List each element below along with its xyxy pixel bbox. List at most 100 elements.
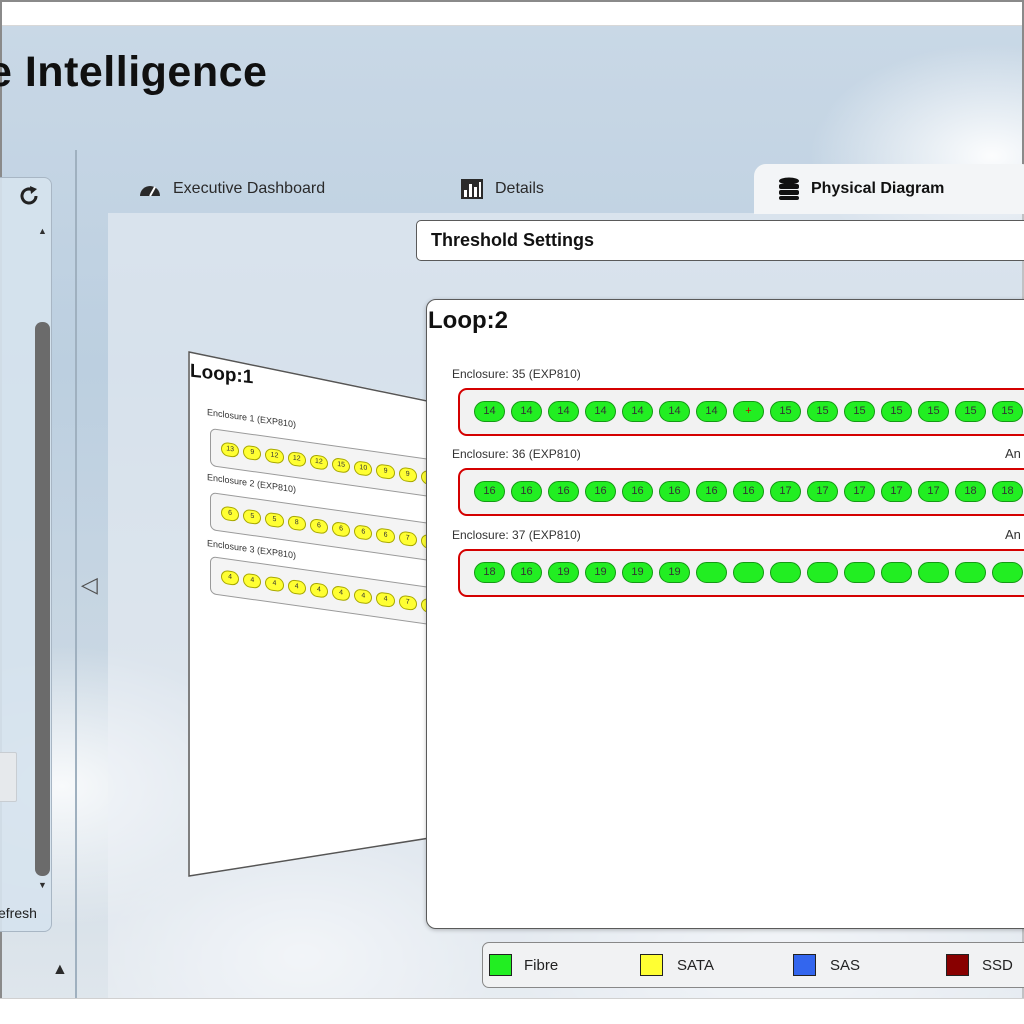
- disk-fibre[interactable]: [807, 562, 838, 583]
- loop2-title: Loop:2: [428, 307, 508, 334]
- disk-fibre[interactable]: 17: [807, 481, 838, 502]
- disk-sata[interactable]: 4: [221, 569, 240, 587]
- tab-details[interactable]: Details: [460, 165, 544, 213]
- legend-label-sata: SATA: [677, 957, 714, 974]
- disk-fibre[interactable]: 17: [770, 481, 801, 502]
- legend-swatch-sas: [793, 954, 816, 976]
- disk-fibre[interactable]: 19: [585, 562, 616, 583]
- disk-fibre[interactable]: 16: [696, 481, 727, 502]
- disk-fibre[interactable]: 15: [881, 401, 912, 422]
- enclosure-label: Enclosure: 36 (EXP810): [452, 447, 581, 461]
- disk-fibre[interactable]: 15: [992, 401, 1023, 422]
- disk-fibre[interactable]: 15: [918, 401, 949, 422]
- disk-fibre[interactable]: 17: [881, 481, 912, 502]
- disk-fibre[interactable]: 16: [511, 481, 542, 502]
- refresh-icon[interactable]: [17, 184, 41, 208]
- gauge-icon: [140, 186, 160, 197]
- disk-sata[interactable]: 7: [398, 530, 417, 548]
- tab-physical-diagram[interactable]: Physical Diagram: [754, 164, 1024, 214]
- disk-fibre[interactable]: 16: [622, 481, 653, 502]
- disk-fibre[interactable]: [770, 562, 801, 583]
- disk-sata[interactable]: 6: [221, 505, 240, 523]
- disk-fibre[interactable]: [918, 562, 949, 583]
- disk-sata[interactable]: 6: [354, 524, 373, 541]
- window-bottom-strip: [0, 998, 1024, 1024]
- legend-label-ssd: SSD: [982, 957, 1013, 974]
- disk-fibre[interactable]: 19: [659, 562, 690, 583]
- disk-sata[interactable]: 6: [309, 518, 329, 535]
- scroll-down-icon[interactable]: ▼: [38, 880, 47, 890]
- disk-fibre[interactable]: 15: [955, 401, 986, 422]
- legend-swatch-fibre: [489, 954, 512, 976]
- disk-fibre[interactable]: 16: [585, 481, 616, 502]
- disk-fibre[interactable]: 16: [474, 481, 505, 502]
- disk-fibre[interactable]: 16: [733, 481, 764, 502]
- disk-sata[interactable]: 5: [243, 508, 262, 526]
- panel-divider[interactable]: [75, 150, 77, 998]
- window-top-bar: [2, 2, 1022, 26]
- disk-fibre[interactable]: 18: [474, 562, 505, 583]
- legend-label-fibre: Fibre: [524, 957, 559, 974]
- disk-fibre[interactable]: 14: [622, 401, 653, 422]
- disk-fibre[interactable]: [733, 562, 764, 583]
- disk-sata[interactable]: 4: [354, 588, 373, 605]
- disk-sata[interactable]: 8: [287, 514, 306, 532]
- expand-up-icon[interactable]: ▲: [52, 961, 68, 979]
- disk-fibre[interactable]: 14: [511, 401, 542, 422]
- disk-fibre[interactable]: +: [733, 401, 764, 422]
- disk-sata[interactable]: 9: [398, 466, 417, 484]
- disk-fibre[interactable]: 17: [918, 481, 949, 502]
- database-icon: [779, 177, 799, 200]
- refresh-label[interactable]: efresh: [0, 905, 37, 921]
- scroll-up-icon[interactable]: ▲: [38, 226, 47, 236]
- disk-fibre[interactable]: 14: [585, 401, 616, 422]
- disk-sata[interactable]: 4: [376, 591, 395, 608]
- disk-sata[interactable]: 12: [265, 447, 284, 465]
- disk-sata[interactable]: 5: [265, 511, 284, 529]
- legend-label-sas: SAS: [830, 957, 861, 974]
- disk-fibre[interactable]: 15: [844, 401, 875, 422]
- disk-fibre[interactable]: 14: [548, 401, 579, 422]
- disk-sata[interactable]: 10: [354, 460, 373, 477]
- disk-sata[interactable]: 6: [376, 527, 395, 544]
- collapse-left-icon[interactable]: ◁: [81, 572, 98, 598]
- scrollbar-thumb[interactable]: [35, 322, 50, 876]
- tab-label: Details: [495, 180, 544, 197]
- disk-sata[interactable]: 9: [376, 463, 395, 480]
- disk-sata[interactable]: 13: [221, 441, 240, 459]
- disk-sata[interactable]: 12: [309, 454, 329, 471]
- disk-sata[interactable]: 4: [243, 572, 262, 590]
- disk-fibre[interactable]: 15: [807, 401, 838, 422]
- disk-sata[interactable]: 7: [398, 594, 417, 612]
- disk-fibre[interactable]: 16: [548, 481, 579, 502]
- app-title: e Intelligence: [0, 48, 268, 96]
- disk-fibre[interactable]: [992, 562, 1023, 583]
- threshold-settings-bar[interactable]: Threshold Settings: [416, 220, 1024, 261]
- disk-fibre[interactable]: [844, 562, 875, 583]
- disk-fibre[interactable]: 14: [696, 401, 727, 422]
- disk-fibre[interactable]: 18: [992, 481, 1023, 502]
- disk-fibre[interactable]: [955, 562, 986, 583]
- disk-sata[interactable]: 4: [265, 575, 284, 593]
- disk-fibre[interactable]: 14: [474, 401, 505, 422]
- disk-sata[interactable]: 9: [243, 444, 262, 462]
- disk-fibre[interactable]: 19: [622, 562, 653, 583]
- disk-sata[interactable]: 15: [332, 457, 351, 474]
- disk-fibre[interactable]: 14: [659, 401, 690, 422]
- disk-sata[interactable]: 6: [332, 521, 351, 538]
- disk-fibre[interactable]: [696, 562, 727, 583]
- disk-fibre[interactable]: [881, 562, 912, 583]
- disk-fibre[interactable]: 15: [770, 401, 801, 422]
- disk-fibre[interactable]: 17: [844, 481, 875, 502]
- disk-fibre[interactable]: 16: [511, 562, 542, 583]
- tab-executive-dashboard[interactable]: Executive Dashboard: [138, 165, 325, 213]
- disk-sata[interactable]: 4: [332, 585, 351, 602]
- disk-fibre[interactable]: 18: [955, 481, 986, 502]
- disk-sata[interactable]: 12: [287, 450, 306, 468]
- disk-sata[interactable]: 4: [309, 582, 329, 599]
- panel-button[interactable]: [0, 752, 17, 802]
- disk-sata[interactable]: 4: [287, 578, 306, 596]
- disk-fibre[interactable]: 16: [659, 481, 690, 502]
- enclosure-label: Enclosure: 35 (EXP810): [452, 367, 581, 381]
- disk-fibre[interactable]: 19: [548, 562, 579, 583]
